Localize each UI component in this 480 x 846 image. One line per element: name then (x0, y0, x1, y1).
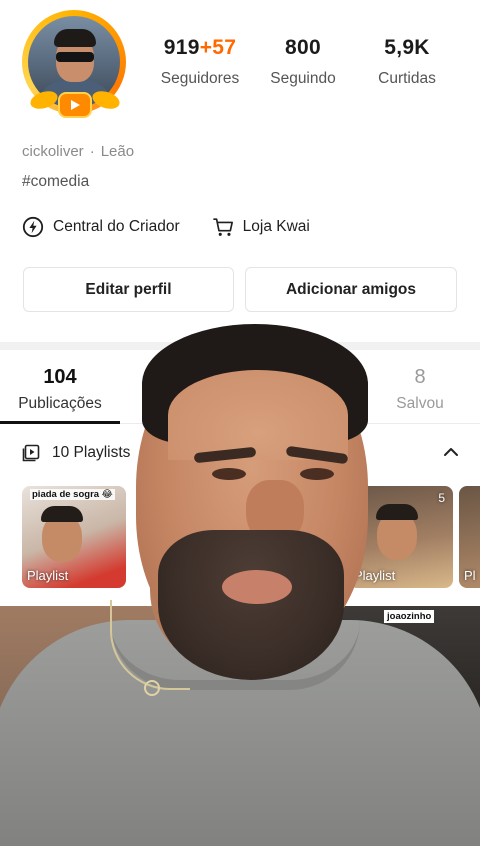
tab-saved[interactable]: 8 Salvou (384, 366, 456, 413)
following-label: Seguindo (270, 70, 336, 87)
playlist-label: Playlist (354, 568, 396, 583)
section-divider (0, 342, 480, 350)
lightning-icon (22, 216, 44, 238)
video-caption: joaozinho (384, 610, 435, 623)
chevron-up-icon[interactable] (441, 443, 461, 461)
playlist-icon (22, 444, 40, 462)
separator: · (89, 143, 95, 160)
followers-label: Seguidores (160, 70, 240, 87)
creator-center-link[interactable]: Central do Criador (22, 216, 180, 238)
play-badge-icon (58, 92, 92, 118)
playlist-thumbnail[interactable]: Pl (459, 486, 480, 588)
video-thumbnail[interactable] (161, 606, 319, 846)
creator-center-label: Central do Criador (53, 218, 180, 235)
saved-label: Salvou (396, 395, 444, 412)
playlist-thumbnail[interactable]: 5 Playlist (349, 486, 453, 588)
saved-count: 8 (414, 366, 426, 388)
profile-handle: cickoliver · Leão (22, 143, 134, 160)
add-friends-button[interactable]: Adicionar amigos (245, 267, 457, 312)
posts-count: 104 (43, 366, 77, 388)
profile-links: Central do Criador Loja Kwai (22, 216, 310, 238)
playlists-count-label: 10 Playlists (52, 444, 131, 461)
followers-count: 919+57 (163, 36, 237, 59)
playlist-label: Playlist (27, 568, 69, 583)
likes-label: Curtidas (378, 70, 436, 87)
playlist-count: 5 (438, 491, 445, 505)
video-thumbnail[interactable] (0, 606, 158, 846)
kwai-shop-label: Loja Kwai (242, 218, 310, 235)
bio-hashtag[interactable]: #comedia (22, 173, 89, 191)
followers-stat[interactable]: 919+57 Seguidores (158, 36, 242, 88)
likes-count: 5,9K (384, 36, 430, 59)
following-stat[interactable]: 800 Seguindo (266, 36, 340, 88)
following-count: 800 (285, 36, 321, 59)
playlist-label: Pl (464, 568, 476, 583)
thumbnail-caption: piada de sogra 😂 (30, 489, 115, 500)
zodiac-sign: Leão (100, 143, 135, 160)
kwai-shop-link[interactable]: Loja Kwai (212, 216, 310, 238)
playlists-header[interactable]: 10 Playlists (22, 444, 130, 462)
playlist-thumbnail[interactable]: piada de sogra 😂 Playlist (22, 486, 126, 588)
edit-profile-button[interactable]: Editar perfil (23, 267, 234, 312)
likes-stat[interactable]: 5,9K Curtidas (372, 36, 442, 88)
active-tab-indicator (0, 421, 120, 424)
video-thumbnail[interactable]: joaozinho (322, 606, 480, 846)
followers-delta: +57 (199, 36, 237, 59)
tab-posts[interactable]: 104 Publicações (14, 366, 106, 413)
profile-avatar[interactable] (22, 10, 128, 120)
username: cickoliver (22, 143, 84, 160)
posts-label: Publicações (18, 395, 102, 412)
cart-icon (213, 218, 233, 236)
